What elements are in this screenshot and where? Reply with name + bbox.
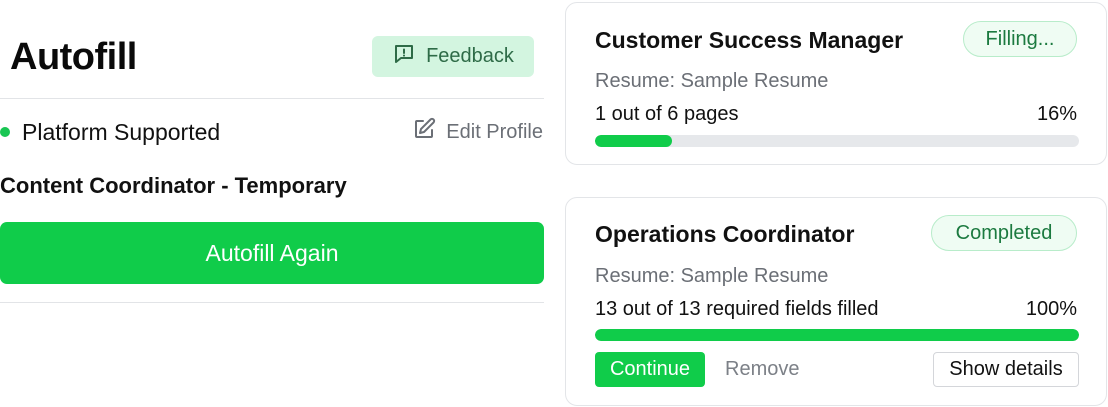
show-details-button[interactable]: Show details: [933, 352, 1079, 387]
progress-percent: 16%: [1036, 103, 1077, 125]
resume-label: Resume: Sample Resume: [595, 70, 829, 92]
application-card-customer-success-manager: Customer Success Manager Filling... Resu…: [565, 2, 1107, 165]
progress-bar-fill: [595, 329, 1079, 341]
autofill-extension: Autofill Feedback Platform Supported Edi…: [0, 0, 1108, 407]
feedback-button[interactable]: Feedback: [372, 36, 534, 77]
page-title: Autofill: [10, 36, 137, 78]
edit-profile-link[interactable]: Edit Profile: [412, 116, 543, 148]
progress-text: 1 out of 6 pages: [595, 103, 739, 125]
status-dot: [0, 127, 10, 137]
edit-profile-label: Edit Profile: [446, 120, 543, 143]
feedback-label: Feedback: [426, 45, 514, 67]
application-title: Customer Success Manager: [595, 27, 904, 53]
header-divider: [0, 98, 544, 99]
footer-divider: [0, 302, 544, 303]
progress-percent: 100%: [1025, 298, 1077, 320]
current-job-title: Content Coordinator - Temporary: [0, 173, 347, 198]
status-badge: Completed: [931, 215, 1077, 251]
platform-status-text: Platform Supported: [22, 118, 221, 145]
autofill-again-button[interactable]: Autofill Again: [0, 222, 544, 284]
edit-icon: [412, 117, 436, 147]
card-actions: Continue Remove Show details: [595, 351, 1079, 387]
progress-bar-fill: [595, 135, 673, 147]
application-title: Operations Coordinator: [595, 221, 855, 247]
message-square-alert-icon: [392, 42, 416, 72]
platform-status-row: Platform Supported Edit Profile: [0, 116, 544, 148]
progress-bar: [595, 135, 1079, 147]
continue-button[interactable]: Continue: [595, 352, 705, 387]
autofill-panel: Autofill Feedback Platform Supported Edi…: [0, 0, 545, 407]
progress-text: 13 out of 13 required fields filled: [595, 298, 879, 320]
resume-label: Resume: Sample Resume: [595, 265, 829, 287]
status-badge: Filling...: [963, 21, 1077, 57]
application-card-operations-coordinator: Operations Coordinator Completed Resume:…: [565, 197, 1107, 406]
progress-bar: [595, 329, 1079, 341]
remove-button[interactable]: Remove: [725, 352, 799, 387]
